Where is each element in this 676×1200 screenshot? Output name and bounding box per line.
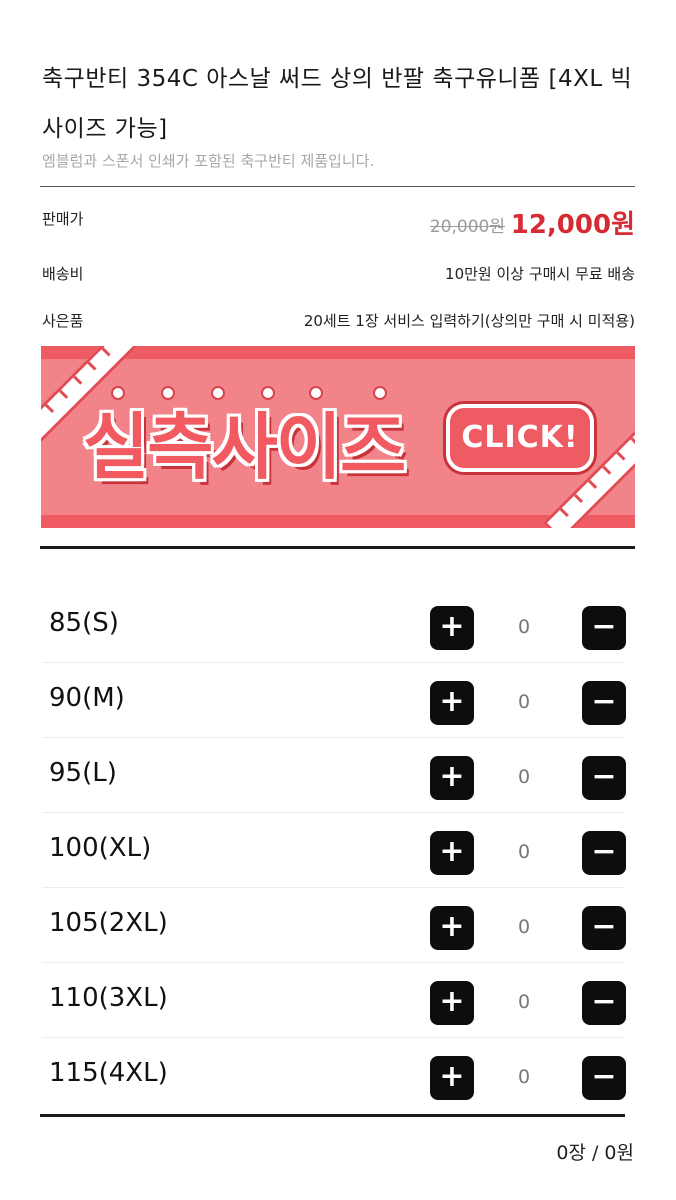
- gift-label: 사은품: [42, 312, 84, 330]
- price-row: 판매가 20,000원 12,000원: [42, 208, 635, 240]
- decrease-button[interactable]: −: [582, 906, 626, 950]
- quantity-value: 0: [517, 766, 531, 788]
- size-label: 115(4XL): [49, 1058, 168, 1088]
- quantity-value: 0: [517, 691, 531, 713]
- gift-row[interactable]: 사은품 20세트 1장 서비스 입력하기(상의만 구매 시 미적용): [42, 310, 635, 340]
- gift-value[interactable]: 20세트 1장 서비스 입력하기(상의만 구매 시 미적용): [304, 310, 635, 331]
- decrease-button[interactable]: −: [582, 681, 626, 725]
- increase-button[interactable]: +: [430, 906, 474, 950]
- increase-button[interactable]: +: [430, 831, 474, 875]
- shipping-row: 배송비 10만원 이상 구매시 무료 배송: [42, 263, 635, 293]
- shipping-value: 10만원 이상 구매시 무료 배송: [445, 265, 635, 283]
- size-label: 95(L): [49, 758, 117, 788]
- header-divider: [40, 186, 635, 187]
- size-row-100: 100(XL) + 0 −: [42, 813, 626, 888]
- increase-button[interactable]: +: [430, 606, 474, 650]
- size-row-85: 85(S) + 0 −: [42, 588, 626, 663]
- quantity-value: 0: [517, 616, 531, 638]
- original-price: 20,000원: [429, 217, 505, 237]
- size-label: 100(XL): [49, 833, 152, 863]
- size-label: 90(M): [49, 683, 125, 713]
- product-title: 축구반티 354C 아스날 써드 상의 반팔 축구유니폼 [4XL 빅사이즈 가…: [42, 66, 633, 142]
- increase-button[interactable]: +: [430, 681, 474, 725]
- size-label: 105(2XL): [49, 908, 168, 938]
- size-row-110: 110(3XL) + 0 −: [42, 963, 626, 1038]
- decrease-button[interactable]: −: [582, 831, 626, 875]
- options-bottom-divider: [40, 1114, 625, 1117]
- decrease-button[interactable]: −: [582, 756, 626, 800]
- sale-price: 12,000원: [510, 210, 635, 240]
- click-button[interactable]: CLICK!: [446, 404, 594, 472]
- quantity-value: 0: [517, 841, 531, 863]
- decrease-button[interactable]: −: [582, 606, 626, 650]
- size-row-95: 95(L) + 0 −: [42, 738, 626, 813]
- size-row-115: 115(4XL) + 0 −: [42, 1038, 626, 1113]
- banner-title: 실측사이즈: [83, 405, 406, 489]
- quantity-value: 0: [517, 991, 531, 1013]
- decrease-button[interactable]: −: [582, 981, 626, 1025]
- increase-button[interactable]: +: [430, 756, 474, 800]
- size-row-105: 105(2XL) + 0 −: [42, 888, 626, 963]
- size-label: 110(3XL): [49, 983, 168, 1013]
- product-option-page: 축구반티 354C 아스날 써드 상의 반팔 축구유니폼 [4XL 빅사이즈 가…: [0, 0, 676, 1200]
- size-label: 85(S): [49, 608, 119, 638]
- order-total: 0장 / 0원: [556, 1142, 634, 1164]
- price-label: 판매가: [42, 210, 84, 228]
- increase-button[interactable]: +: [430, 981, 474, 1025]
- shipping-label: 배송비: [42, 265, 84, 283]
- quantity-value: 0: [517, 1066, 531, 1088]
- increase-button[interactable]: +: [430, 1056, 474, 1100]
- quantity-value: 0: [517, 916, 531, 938]
- options-top-divider: [40, 546, 635, 549]
- decrease-button[interactable]: −: [582, 1056, 626, 1100]
- size-row-90: 90(M) + 0 −: [42, 663, 626, 738]
- product-subtitle: 엠블럼과 스폰서 인쇄가 포함된 축구반티 제품입니다.: [42, 152, 375, 170]
- size-chart-banner[interactable]: 실측사이즈 CLICK!: [41, 346, 635, 528]
